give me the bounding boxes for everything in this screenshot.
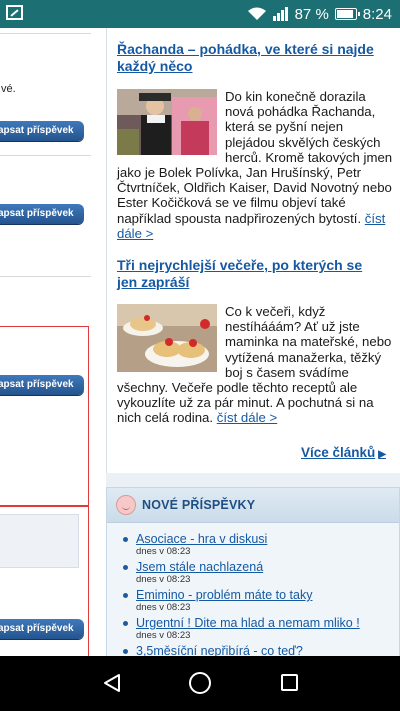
fragment-text: vé.	[1, 83, 16, 95]
article-text: Do kin konečně dorazila nová pohádka Řac…	[117, 89, 393, 241]
article-title[interactable]: Tři nejrychlejší večeře, po kterých se j…	[117, 257, 379, 291]
article-title[interactable]: Řachanda – pohádka, ve které si najde ka…	[117, 41, 379, 75]
separator	[106, 473, 400, 487]
bullet	[123, 565, 128, 570]
divider	[0, 276, 91, 277]
read-more-link[interactable]: číst dále >	[217, 410, 277, 425]
post-title[interactable]: 3,5měsíční nepřibírá - co teď?	[136, 644, 303, 656]
bullet	[123, 593, 128, 598]
status-bar: 87 % 8:24	[0, 0, 400, 28]
new-posts-panel: NOVÉ PŘÍSPĚVKY Asociace - hra v diskusi …	[106, 487, 400, 656]
chevron-right-icon: ▶	[378, 449, 386, 460]
left-column: vé. apsat příspěvek apsat příspěvek apsa…	[0, 28, 91, 656]
post-date: dnes v 08:23	[136, 630, 191, 641]
post-title[interactable]: Jsem stále nachlazená	[136, 560, 263, 574]
article-text: Co k večeři, když nestíhááám? Ať už jste…	[117, 304, 393, 426]
signal-icon	[272, 7, 289, 21]
divider	[0, 33, 91, 34]
bullet	[123, 649, 128, 654]
write-post-button[interactable]: apsat příspěvek	[0, 619, 84, 639]
battery-icon	[334, 8, 360, 20]
post-title[interactable]: Emimino - problém máte to taky	[136, 588, 312, 602]
clock: 8:24	[362, 5, 392, 23]
back-icon[interactable]	[102, 673, 122, 693]
web-page[interactable]: vé. apsat příspěvek apsat příspěvek apsa…	[0, 28, 400, 656]
write-post-button[interactable]: apsat příspěvek	[0, 121, 84, 141]
post-date: dnes v 08:23	[136, 574, 191, 585]
highlighted-box	[0, 326, 89, 506]
bullet	[123, 621, 128, 626]
write-post-button[interactable]: apsat příspěvek	[0, 375, 84, 395]
articles-panel: Řachanda – pohádka, ve které si najde ka…	[106, 28, 400, 473]
home-icon[interactable]	[189, 672, 211, 694]
post-date: dnes v 08:23	[136, 602, 191, 613]
post-title[interactable]: Asociace - hra v diskusi	[136, 532, 267, 546]
divider	[0, 155, 91, 156]
write-post-button[interactable]: apsat příspěvek	[0, 204, 84, 224]
wifi-icon	[247, 7, 267, 21]
quote-box	[0, 514, 79, 568]
more-articles-link[interactable]: Více článků ▶	[301, 445, 386, 460]
new-posts-header: NOVÉ PŘÍSPĚVKY	[107, 488, 399, 523]
baby-icon	[116, 495, 136, 515]
recents-icon[interactable]	[281, 674, 298, 691]
new-posts-title: NOVÉ PŘÍSPĚVKY	[142, 498, 256, 512]
more-articles-label: Více článků	[301, 445, 376, 460]
right-column: Řachanda – pohádka, ve které si najde ka…	[106, 28, 400, 656]
status-right: 87 % 8:24	[247, 4, 392, 24]
post-date: dnes v 08:23	[136, 546, 191, 557]
post-title[interactable]: Urgentní ! Dite ma hlad a nemam mliko !	[136, 616, 360, 630]
bullet	[123, 537, 128, 542]
navigation-bar	[0, 656, 400, 711]
image-icon	[6, 5, 23, 20]
battery-text: 87 %	[294, 5, 329, 23]
